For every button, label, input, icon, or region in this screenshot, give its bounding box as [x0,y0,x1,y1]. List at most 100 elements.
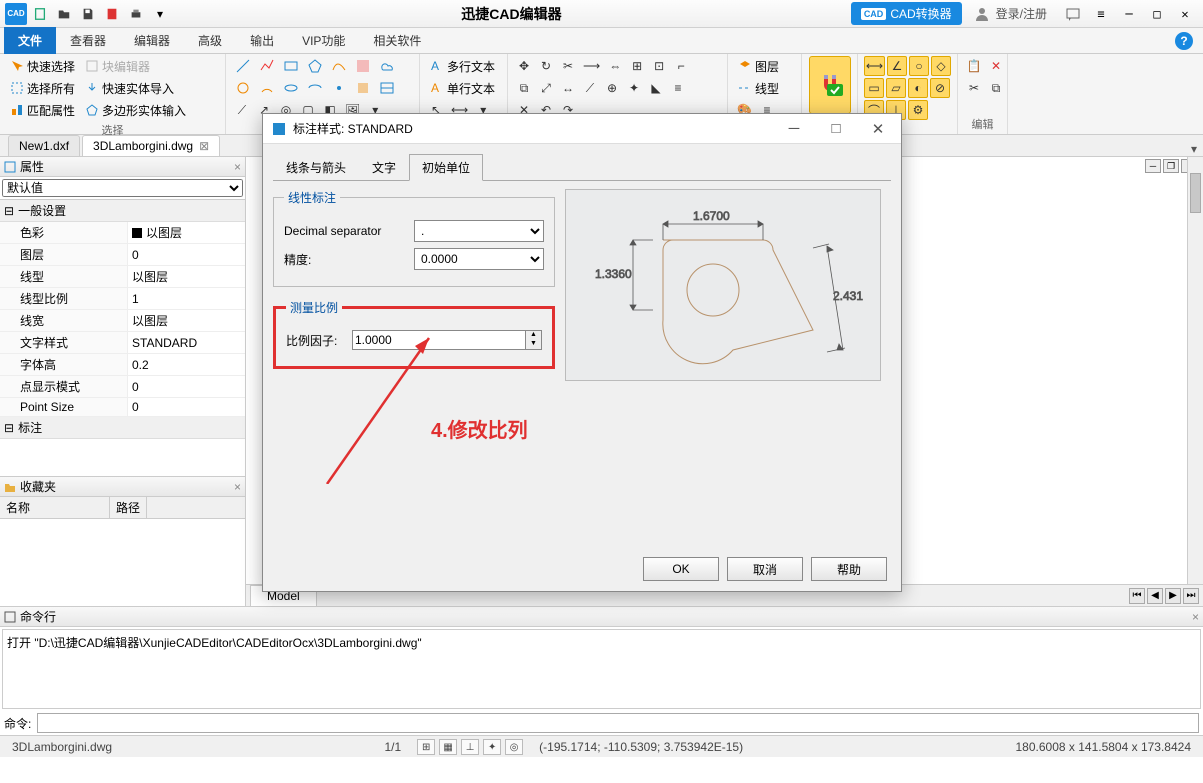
panel-close-icon[interactable]: × [1192,610,1199,624]
rotate-icon[interactable]: ↻ [536,56,556,76]
hatch-icon[interactable] [352,56,374,76]
polyline-icon[interactable] [256,56,278,76]
break-icon[interactable]: ⟋ [580,78,600,98]
ok-button[interactable]: OK [643,557,719,581]
measure-coord-icon[interactable]: ◇ [931,56,951,76]
dim-radius-icon[interactable]: ◐ [908,78,928,98]
export-pdf-icon[interactable] [101,3,123,25]
ellipse-icon[interactable] [280,78,302,98]
panel-close-icon[interactable]: × [234,160,241,174]
align-icon[interactable]: ≡ [668,78,688,98]
menu-output[interactable]: 输出 [236,27,288,54]
select-all-button[interactable]: 选择所有 [6,78,79,98]
decimal-sep-select[interactable]: . [414,220,544,242]
linetype-button[interactable]: 线型 [734,78,783,98]
help-button[interactable]: 帮助 [811,557,887,581]
section-annotation[interactable]: ⊟标注 [0,417,245,439]
spline-icon[interactable] [328,56,350,76]
arc-icon[interactable] [256,78,278,98]
quick-select-button[interactable]: 快速选择 [6,56,79,76]
mtext-button[interactable]: A多行文本 [426,56,499,76]
menu-related[interactable]: 相关软件 [359,27,435,54]
join-icon[interactable]: ⊕ [602,78,622,98]
print-icon[interactable] [125,3,147,25]
scroll-next-icon[interactable]: ▶ [1165,588,1181,604]
delete-icon[interactable]: ✕ [986,56,1006,76]
scroll-last-icon[interactable]: ⏭ [1183,588,1199,604]
polar-toggle-icon[interactable]: ✦ [483,739,501,755]
col-path[interactable]: 路径 [110,497,147,518]
copy-clip-icon[interactable]: ⧉ [986,78,1006,98]
array-icon[interactable]: ⊞ [627,56,647,76]
snap-toggle-icon[interactable]: ⊞ [417,739,435,755]
canvas-min-icon[interactable]: ─ [1145,159,1161,173]
explode-icon[interactable]: ✦ [624,78,644,98]
copy-icon[interactable]: ⧉ [514,78,534,98]
stretch-icon[interactable]: ↔ [558,78,578,98]
quick-entity-import-button[interactable]: 快速实体导入 [81,78,178,98]
circle-icon[interactable] [232,78,254,98]
dialog-close-icon[interactable]: ✕ [863,120,893,138]
fillet-icon[interactable]: ⌐ [671,56,691,76]
measure-dist-icon[interactable]: ⟷ [864,56,885,76]
move-icon[interactable]: ✥ [514,56,534,76]
property-filter[interactable]: 默认值 [2,179,243,197]
dropdown-icon[interactable]: ▾ [149,3,171,25]
block-icon[interactable] [352,78,374,98]
cut-icon[interactable]: ✂ [964,78,984,98]
text-button[interactable]: A单行文本 [426,78,499,98]
close-tab-icon[interactable]: ⊠ [199,139,209,153]
xline-icon[interactable]: ⟋ [232,100,252,120]
menu-vip[interactable]: VIP功能 [288,27,359,54]
open-icon[interactable] [53,3,75,25]
dialog-minimize-icon[interactable]: ─ [779,120,809,138]
dim-diameter-icon[interactable]: ⊘ [930,78,950,98]
table-icon[interactable] [376,78,398,98]
spin-up-icon[interactable]: ▲ [526,331,541,340]
ellipse-arc-icon[interactable] [304,78,326,98]
cad-converter-button[interactable]: CAD CAD转换器 [851,2,962,25]
ortho-toggle-icon[interactable]: ⊥ [461,739,479,755]
block-editor-button[interactable]: 块编辑器 [81,56,154,76]
close-window-icon[interactable]: ✕ [1173,4,1197,24]
trim-icon[interactable]: ✂ [558,56,578,76]
canvas-restore-icon[interactable]: ❐ [1163,159,1179,173]
extend-icon[interactable]: ⟶ [580,56,603,76]
new-icon[interactable] [29,3,51,25]
scroll-prev-icon[interactable]: ◀ [1147,588,1163,604]
tab-text[interactable]: 文字 [359,154,409,181]
match-props-button[interactable]: 匹配属性 [6,100,79,120]
paste-icon[interactable]: 📋 [964,56,984,76]
dim-linear-icon[interactable]: ▭ [864,78,884,98]
grid-toggle-icon[interactable]: ▦ [439,739,457,755]
feedback-icon[interactable] [1061,4,1085,24]
cloud-icon[interactable] [376,56,398,76]
menu-icon[interactable]: ≡ [1089,4,1113,24]
line-icon[interactable] [232,56,254,76]
scroll-first-icon[interactable]: ⏮ [1129,588,1145,604]
file-tab-1[interactable]: 3DLamborgini.dwg⊠ [82,135,220,156]
scale-icon[interactable]: ⤢ [536,78,556,98]
menu-file[interactable]: 文件 [4,27,56,54]
tabs-dropdown-icon[interactable]: ▾ [1191,142,1197,156]
polygon-input-button[interactable]: 多边形实体输入 [81,100,190,120]
col-name[interactable]: 名称 [0,497,110,518]
cancel-button[interactable]: 取消 [727,557,803,581]
command-log[interactable]: 打开 "D:\迅捷CAD编辑器\XunjieCADEditor\CADEdito… [2,629,1201,709]
login-button[interactable]: 登录/注册 [974,5,1047,22]
file-tab-0[interactable]: New1.dxf [8,135,80,156]
menu-viewer[interactable]: 查看器 [56,27,120,54]
tab-lines[interactable]: 线条与箭头 [273,154,359,181]
precision-select[interactable]: 0.0000 [414,248,544,270]
save-icon[interactable] [77,3,99,25]
section-general[interactable]: ⊟一般设置 [0,200,245,222]
mirror-icon[interactable]: ⇔ [605,56,625,76]
point-icon[interactable] [328,78,350,98]
osnap-toggle-icon[interactable]: ◎ [505,739,523,755]
menu-editor[interactable]: 编辑器 [120,27,184,54]
measure-area-icon[interactable]: ○ [909,56,929,76]
dialog-maximize-icon[interactable]: □ [821,120,851,138]
spinner-buttons[interactable]: ▲▼ [526,330,542,350]
vertical-scrollbar[interactable] [1187,157,1203,584]
layer-button[interactable]: 图层 [734,56,783,76]
